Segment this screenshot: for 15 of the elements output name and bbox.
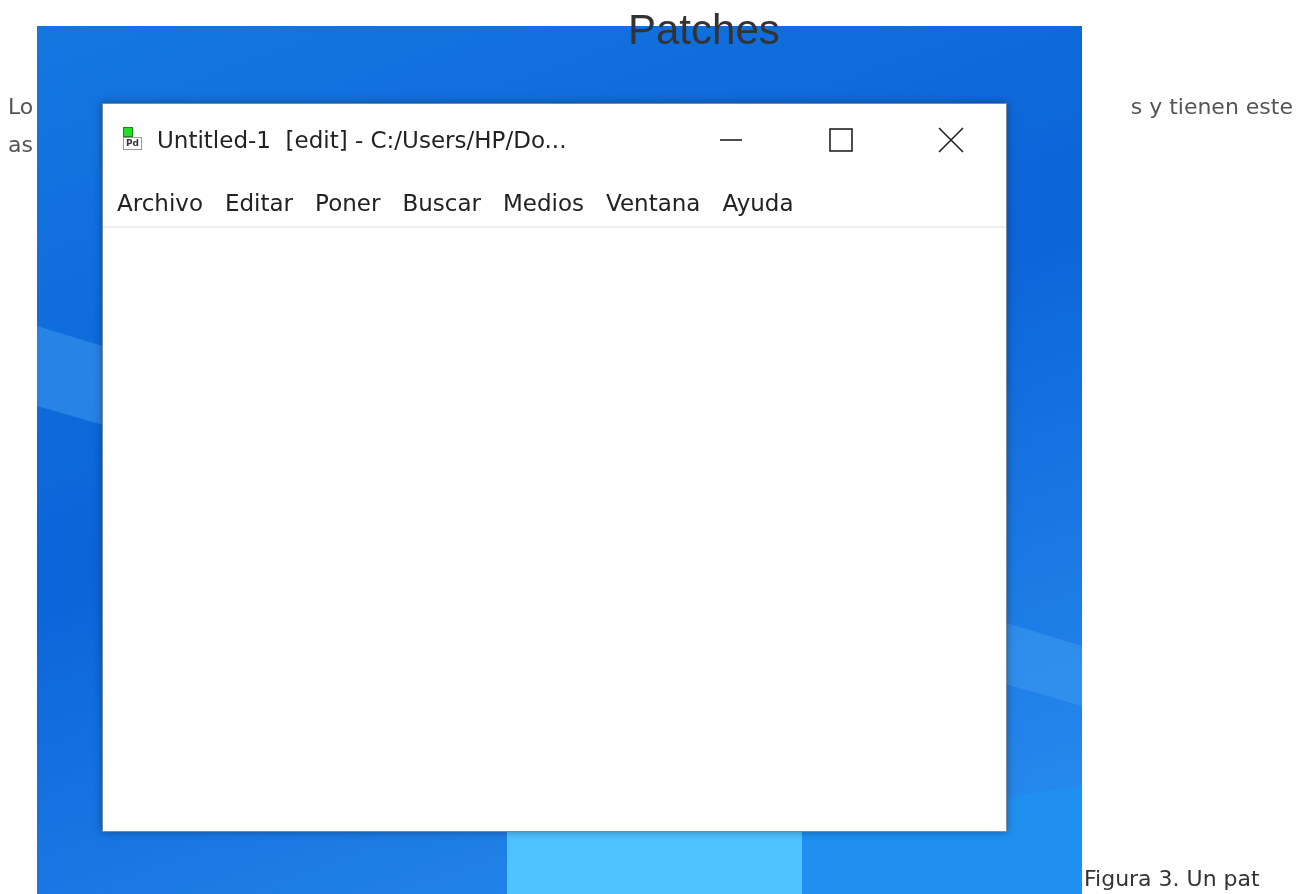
- paragraph-text: Lo: [8, 93, 34, 121]
- maximize-icon: [829, 128, 853, 152]
- menu-item[interactable]: Ayuda: [722, 190, 794, 216]
- menu-item[interactable]: Medios: [502, 190, 584, 216]
- menu-item[interactable]: Archivo: [117, 190, 203, 216]
- paragraph-text: s y tienen este: [1130, 93, 1293, 121]
- window-title: Untitled-1 [edit] - C:/Users/HP/Do...: [157, 127, 568, 153]
- figure-caption: Figura 3. Un pat: [1084, 866, 1260, 891]
- menu-item[interactable]: Editar: [225, 190, 294, 216]
- menu-item[interactable]: Ventana: [606, 190, 701, 216]
- paragraph-text: as: [8, 131, 33, 159]
- minimize-icon: [720, 139, 742, 141]
- menu-item[interactable]: Poner: [315, 190, 381, 216]
- menu-item[interactable]: Buscar: [402, 190, 481, 216]
- close-icon: [938, 127, 964, 153]
